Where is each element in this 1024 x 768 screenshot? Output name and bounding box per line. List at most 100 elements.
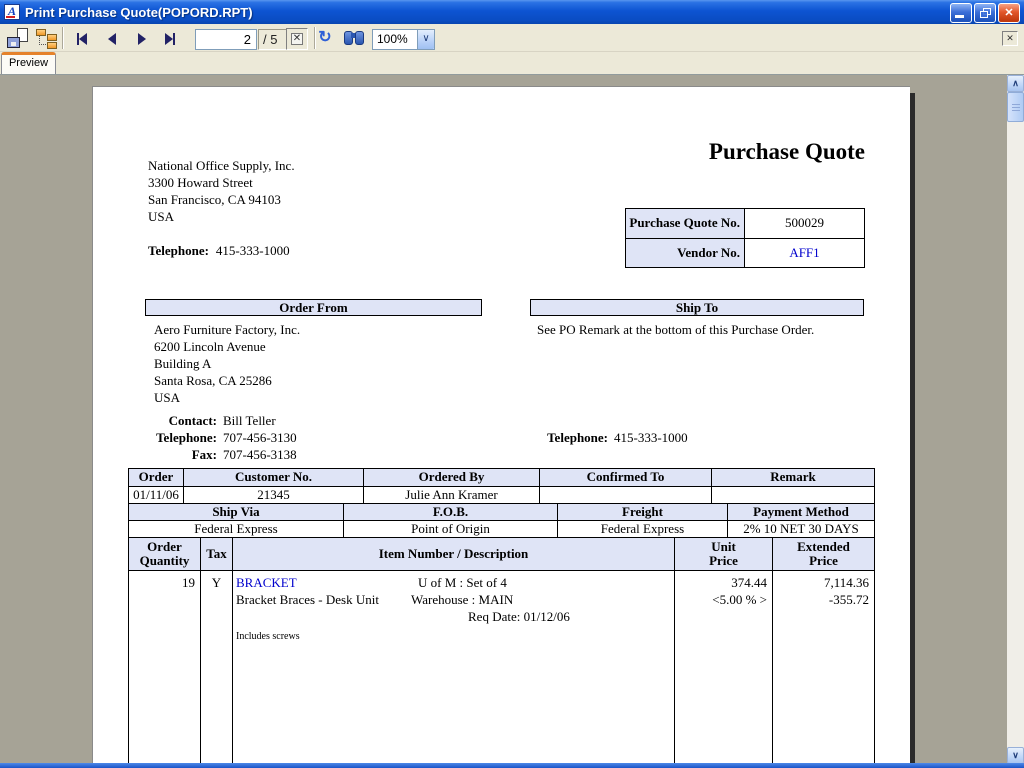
item-table-header-row: Order Quantity Tax Item Number / Descrip… (129, 537, 874, 570)
item-tax-flag: Y (200, 571, 232, 764)
floppy-disk-icon (7, 37, 20, 48)
tree-line-icon (39, 36, 46, 45)
item-number-link[interactable]: BRACKET (236, 574, 297, 591)
extended-price-header: Extended Price (772, 538, 874, 570)
ship-to-note: See PO Remark at the bottom of this Purc… (537, 321, 814, 338)
payment-method-value: 2% 10 NET 30 DAYS (727, 521, 874, 537)
tab-preview[interactable]: Preview (1, 52, 56, 74)
arrow-right-icon (165, 33, 173, 45)
unit-price-header-line1: Unit (675, 540, 772, 554)
ship-via-header: Ship Via (129, 504, 343, 520)
company-street: 3300 Howard Street (148, 174, 295, 191)
minimize-icon (955, 15, 964, 18)
vendor-no-link[interactable]: AFF1 (744, 239, 864, 267)
stop-icon: ✕ (291, 33, 303, 45)
vertical-scrollbar[interactable]: ∧ ∨ (1007, 75, 1024, 764)
telephone-label: Telephone: (148, 243, 209, 259)
first-page-button[interactable] (70, 28, 94, 50)
tree-node-icon (36, 29, 46, 36)
toolbar: / 5 ✕ ↻ 100% ∨ ✕ (0, 24, 1024, 52)
ordered-by-value: Julie Ann Kramer (363, 487, 539, 503)
ship-via-value: Federal Express (129, 521, 343, 537)
close-view-button[interactable]: ✕ (1002, 31, 1018, 46)
restore-button[interactable] (974, 3, 996, 23)
minimize-button[interactable] (950, 3, 972, 23)
tab-row: Preview (0, 52, 1024, 74)
binoculars-icon (355, 31, 364, 45)
dropdown-arrow-button[interactable]: ∨ (417, 30, 434, 49)
ship-to-phone-row: Telephone: 415-333-1000 (513, 429, 688, 446)
page-number-input[interactable] (195, 29, 257, 50)
zoom-value: 100% (377, 32, 408, 46)
window-title: Print Purchase Quote(POPORD.RPT) (25, 5, 253, 20)
tree-node-icon (47, 34, 57, 41)
telephone-value: 707-456-3130 (223, 429, 297, 446)
fax-row: Fax: 707-456-3138 (122, 446, 297, 463)
fax-label: Fax: (122, 446, 217, 463)
close-view-icon: ✕ (1006, 33, 1014, 43)
restore-icon-back (980, 11, 988, 18)
chevron-down-icon: ∨ (422, 33, 429, 44)
window-bottom-border (0, 763, 1024, 768)
company-address-block: National Office Supply, Inc. 3300 Howard… (148, 157, 295, 259)
ordered-by-header: Ordered By (363, 469, 539, 486)
item-description: Bracket Braces - Desk Unit (236, 591, 379, 608)
tree-node-icon (47, 42, 57, 49)
freight-value: Federal Express (557, 521, 727, 537)
tax-header-label: Tax (201, 547, 232, 561)
item-description-cell: BRACKET U of M : Set of 4 Bracket Braces… (232, 571, 674, 764)
item-extended-discount: -355.72 (773, 591, 874, 608)
close-button[interactable]: ✕ (998, 3, 1020, 23)
unit-price-header: Unit Price (674, 538, 772, 570)
item-req-date: Req Date: 01/12/06 (468, 608, 570, 625)
search-button[interactable] (342, 28, 366, 50)
vendor-no-label: Vendor No. (626, 239, 744, 267)
telephone-value: 415-333-1000 (216, 243, 290, 259)
confirmed-to-header: Confirmed To (539, 469, 711, 486)
freight-header: Freight (557, 504, 727, 520)
contact-value: Bill Teller (223, 412, 276, 429)
tax-header: Tax (200, 538, 232, 570)
preview-area: National Office Supply, Inc. 3300 Howard… (0, 74, 1024, 764)
refresh-button[interactable]: ↻ (314, 28, 336, 50)
report-page: National Office Supply, Inc. 3300 Howard… (92, 86, 910, 764)
confirmed-to-value (539, 487, 711, 503)
previous-page-button[interactable] (100, 28, 124, 50)
stop-loading-button[interactable]: ✕ (286, 28, 308, 50)
remark-header: Remark (711, 469, 874, 486)
zoom-dropdown[interactable]: 100% ∨ (372, 29, 435, 50)
item-description-header-label: Item Number / Description (233, 547, 674, 561)
order-from-header: Order From (145, 299, 482, 316)
shipping-value-row: Federal Express Point of Origin Federal … (129, 520, 874, 537)
vendor-name: Aero Furniture Factory, Inc. (154, 321, 300, 338)
group-tree-button[interactable] (34, 28, 58, 50)
arrow-left-icon (79, 33, 87, 45)
last-page-icon (173, 33, 175, 45)
fob-header: F.O.B. (343, 504, 557, 520)
order-info-header-row: Order Date Customer No. Ordered By Confi… (129, 469, 874, 486)
vendor-street: 6200 Lincoln Avenue (154, 338, 300, 355)
scroll-up-button[interactable]: ∧ (1007, 75, 1024, 92)
customer-no-value: 21345 (183, 487, 363, 503)
vendor-building: Building A (154, 355, 300, 372)
chevron-up-icon: ∧ (1012, 78, 1019, 88)
arrow-left-icon (108, 33, 116, 45)
report-title: Purchase Quote (709, 139, 865, 165)
item-warehouse: Warehouse : MAIN (411, 591, 513, 608)
scroll-down-button[interactable]: ∨ (1007, 747, 1024, 764)
item-description-header: Item Number / Description (232, 538, 674, 570)
last-page-button[interactable] (158, 28, 182, 50)
export-report-button[interactable] (6, 28, 30, 50)
item-unit-price-cell: 374.44 <5.00 % > (674, 571, 772, 764)
next-page-button[interactable] (130, 28, 154, 50)
payment-method-header: Payment Method (727, 504, 874, 520)
item-unit-price: 374.44 (675, 574, 772, 591)
vendor-phone-row: Telephone: 707-456-3130 (122, 429, 297, 446)
fob-value: Point of Origin (343, 521, 557, 537)
scrollbar-thumb[interactable] (1007, 92, 1024, 122)
toolbar-separator (62, 27, 64, 49)
quote-number-box: Purchase Quote No. 500029 Vendor No. AFF… (625, 208, 865, 268)
purchase-quote-no-value: 500029 (744, 209, 864, 238)
purchase-quote-no-label: Purchase Quote No. (626, 209, 744, 238)
order-from-address: Aero Furniture Factory, Inc. 6200 Lincol… (154, 321, 300, 406)
